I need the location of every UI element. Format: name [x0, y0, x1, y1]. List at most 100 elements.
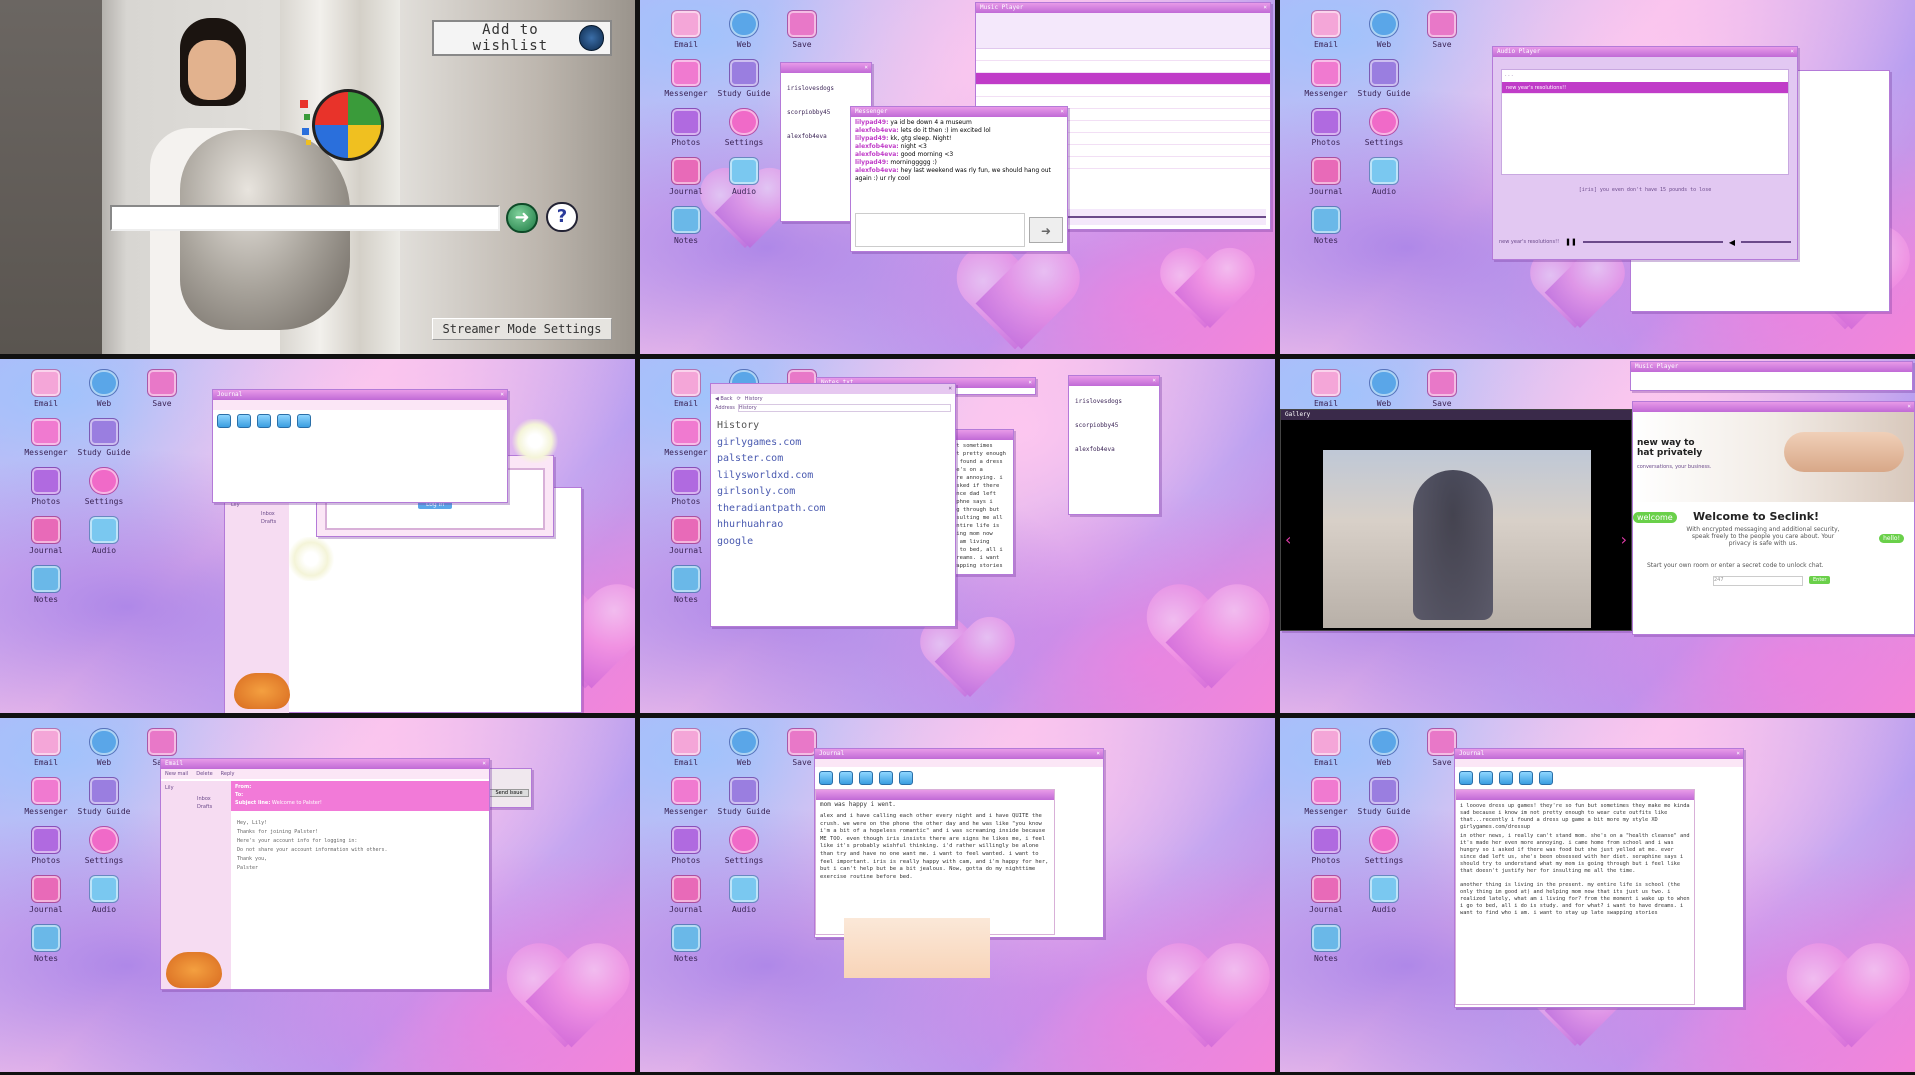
- journal-entry-text[interactable]: alex and i have calling each other every…: [816, 809, 1054, 885]
- browser-window[interactable]: × ◀ Back ⟳ History Address History History…: [710, 383, 956, 627]
- desktop-icon-notes[interactable]: Notes: [18, 924, 74, 963]
- desktop-icon-journal[interactable]: Journal: [18, 875, 74, 914]
- desktop-icon-photos[interactable]: Photos: [658, 467, 714, 506]
- desktop-icon-photos[interactable]: Photos: [18, 467, 74, 506]
- desktop-icon-settings[interactable]: Settings: [1356, 108, 1412, 147]
- desktop-icon-study-guide[interactable]: Study Guide: [76, 777, 132, 816]
- desktop-icon-save[interactable]: Save: [1414, 10, 1470, 49]
- desktop-icon-audio[interactable]: Audio: [1356, 157, 1412, 196]
- close-icon[interactable]: ×: [1028, 378, 1032, 388]
- desktop-icon-messenger[interactable]: Messenger: [658, 418, 714, 457]
- folder-inbox[interactable]: Inbox: [197, 795, 231, 803]
- track-row[interactable]: [976, 61, 1270, 73]
- send-issue-window[interactable]: Send Issue: [486, 768, 532, 808]
- history-link[interactable]: hhurhuahrao: [717, 517, 949, 534]
- close-icon[interactable]: ×: [1790, 47, 1794, 57]
- contact-item[interactable]: irislovesdogs: [1075, 390, 1153, 414]
- desktop-icon-save[interactable]: Save: [134, 369, 190, 408]
- desktop-icon-messenger[interactable]: Messenger: [658, 777, 714, 816]
- desktop-icon-settings[interactable]: Settings: [1356, 826, 1412, 865]
- contacts-window[interactable]: × irislovesdogs scorpiobby45 alexfob4eva: [1068, 375, 1160, 515]
- desktop-icon-web[interactable]: Web: [1356, 728, 1412, 767]
- desktop-icon-web[interactable]: Web: [76, 369, 132, 408]
- folder-inbox[interactable]: Inbox: [261, 510, 276, 518]
- music-player-window[interactable]: Music Player: [1630, 361, 1913, 391]
- delete-button[interactable]: Delete: [196, 771, 212, 777]
- history-link[interactable]: girlygames.com: [717, 435, 949, 452]
- desktop-icon-notes[interactable]: Notes: [1298, 206, 1354, 245]
- reply-button[interactable]: Reply: [221, 771, 235, 777]
- desktop-icon-email[interactable]: Email: [1298, 728, 1354, 767]
- close-icon[interactable]: ×: [1096, 749, 1100, 759]
- close-icon[interactable]: ×: [1060, 107, 1064, 117]
- close-icon[interactable]: ×: [1152, 376, 1156, 386]
- streamer-mode-button[interactable]: Streamer Mode Settings: [432, 318, 612, 340]
- desktop-icon-web[interactable]: Web: [76, 728, 132, 767]
- desktop-icon-email[interactable]: Email: [18, 369, 74, 408]
- desktop-icon-journal[interactable]: Journal: [658, 157, 714, 196]
- search-input[interactable]: [110, 205, 500, 231]
- journal-entry-text[interactable]: another thing is living in the present. …: [1460, 882, 1690, 917]
- close-icon[interactable]: ×: [1907, 402, 1911, 412]
- message-input[interactable]: [855, 213, 1025, 247]
- journal-entry-text[interactable]: in other news, i really can't stand mom.…: [1460, 833, 1690, 875]
- desktop-icon-photos[interactable]: Photos: [658, 108, 714, 147]
- history-link[interactable]: lilysworldxd.com: [717, 468, 949, 485]
- desktop-icon-settings[interactable]: Settings: [716, 826, 772, 865]
- desktop-icon-email[interactable]: Email: [658, 728, 714, 767]
- desktop-icon-email[interactable]: Email: [1298, 10, 1354, 49]
- desktop-icon-email[interactable]: Email: [18, 728, 74, 767]
- back-button[interactable]: ◀ Back: [715, 396, 733, 402]
- close-icon[interactable]: ×: [482, 759, 486, 769]
- desktop-icon-audio[interactable]: Audio: [716, 875, 772, 914]
- desktop-icon-messenger[interactable]: Messenger: [18, 418, 74, 457]
- desktop-icon-messenger[interactable]: Messenger: [18, 777, 74, 816]
- prev-arrow-icon[interactable]: ‹: [1285, 530, 1291, 549]
- close-icon[interactable]: ×: [1263, 3, 1267, 13]
- desktop-icon-notes[interactable]: Notes: [1298, 924, 1354, 963]
- contact-item[interactable]: scorpiobby45: [1075, 414, 1153, 438]
- desktop-icon-email[interactable]: Email: [1298, 369, 1354, 408]
- contact-item[interactable]: alexfob4eva: [1075, 438, 1153, 462]
- desktop-icon-study-guide[interactable]: Study Guide: [716, 59, 772, 98]
- add-to-wishlist-button[interactable]: Add to wishlist: [432, 20, 612, 56]
- send-button[interactable]: ➜: [1029, 217, 1063, 243]
- desktop-icon-photos[interactable]: Photos: [658, 826, 714, 865]
- seek-slider[interactable]: [1582, 241, 1723, 243]
- track-row[interactable]: [976, 49, 1270, 61]
- desktop-icon-audio[interactable]: Audio: [76, 516, 132, 555]
- desktop-icon-study-guide[interactable]: Study Guide: [716, 777, 772, 816]
- close-icon[interactable]: ×: [864, 63, 868, 73]
- desktop-icon-photos[interactable]: Photos: [1298, 108, 1354, 147]
- desktop-icon-web[interactable]: Web: [1356, 369, 1412, 408]
- desktop-icon-journal[interactable]: Journal: [658, 875, 714, 914]
- messenger-window[interactable]: Messenger × lilypad49: ya id be down 4 a …: [850, 106, 1068, 252]
- history-link[interactable]: google: [717, 534, 949, 551]
- desktop-icon-study-guide[interactable]: Study Guide: [1356, 777, 1412, 816]
- contact-item[interactable]: irislovesdogs: [787, 77, 865, 101]
- desktop-icon-journal[interactable]: Journal: [1298, 157, 1354, 196]
- desktop-icon-web[interactable]: Web: [1356, 10, 1412, 49]
- history-button[interactable]: History: [745, 396, 763, 402]
- history-link[interactable]: theradiantpath.com: [717, 501, 949, 518]
- pause-icon[interactable]: ❚❚: [1565, 238, 1577, 246]
- desktop-icon-email[interactable]: Email: [658, 369, 714, 408]
- desktop-icon-audio[interactable]: Audio: [76, 875, 132, 914]
- desktop-icon-messenger[interactable]: Messenger: [658, 59, 714, 98]
- desktop-icon-photos[interactable]: Photos: [18, 826, 74, 865]
- notes-window[interactable]: ut sometimes ot pretty enough I found a dr…: [950, 429, 1014, 575]
- enter-button[interactable]: Enter: [1809, 576, 1831, 584]
- go-button[interactable]: ➜: [506, 203, 538, 233]
- new-mail-button[interactable]: New mail: [165, 771, 188, 777]
- seclink-window[interactable]: × new way to hat privately conversations…: [1632, 401, 1915, 635]
- desktop-icon-audio[interactable]: Audio: [716, 157, 772, 196]
- folder-drafts[interactable]: Drafts: [197, 803, 231, 811]
- history-link[interactable]: palster.com: [717, 451, 949, 468]
- entry-row-selected[interactable]: new year's resolutions!!: [1502, 82, 1788, 94]
- track-row-selected[interactable]: [976, 73, 1270, 85]
- desktop-icon-study-guide[interactable]: Study Guide: [1356, 59, 1412, 98]
- help-button[interactable]: ?: [546, 202, 578, 232]
- desktop-icon-web[interactable]: Web: [716, 728, 772, 767]
- gallery-window[interactable]: Gallery ‹ ›: [1280, 409, 1632, 631]
- desktop-icon-messenger[interactable]: Messenger: [1298, 777, 1354, 816]
